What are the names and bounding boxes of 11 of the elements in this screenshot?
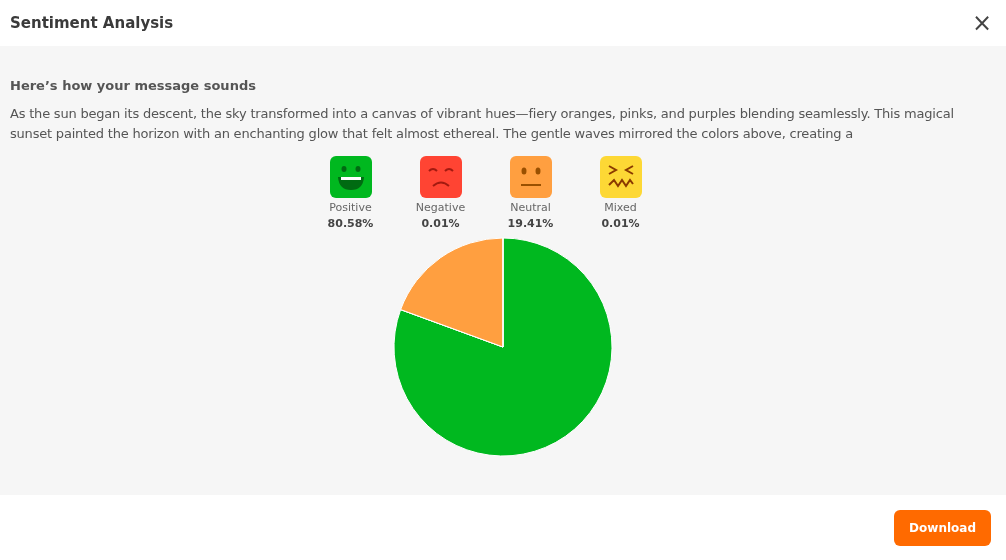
sentiment-label: Negative [415,199,466,216]
sentiment-percent: 0.01% [601,216,640,232]
dialog-title: Sentiment Analysis [10,12,174,34]
section-heading: Here’s how your message sounds [10,77,257,95]
sentiment-label: Neutral [510,199,551,216]
sentiment-label: Mixed [604,199,637,216]
sentiment-percent: 0.01% [421,216,460,232]
sentiment-percent: 80.58% [327,216,374,232]
sentiment-label: Positive [329,199,372,216]
message-text: As the sun began its descent, the sky transformed into a canvas of vibrant hues—fiery oranges, pinks, and purples blending seamlessly. This magical sunset painted the horizon with an enchanting glow that felt almost ethereal. The gentle waves mirrored the colors above, creating a [10,104,955,143]
sentiment-percent: 19.41% [507,216,554,232]
